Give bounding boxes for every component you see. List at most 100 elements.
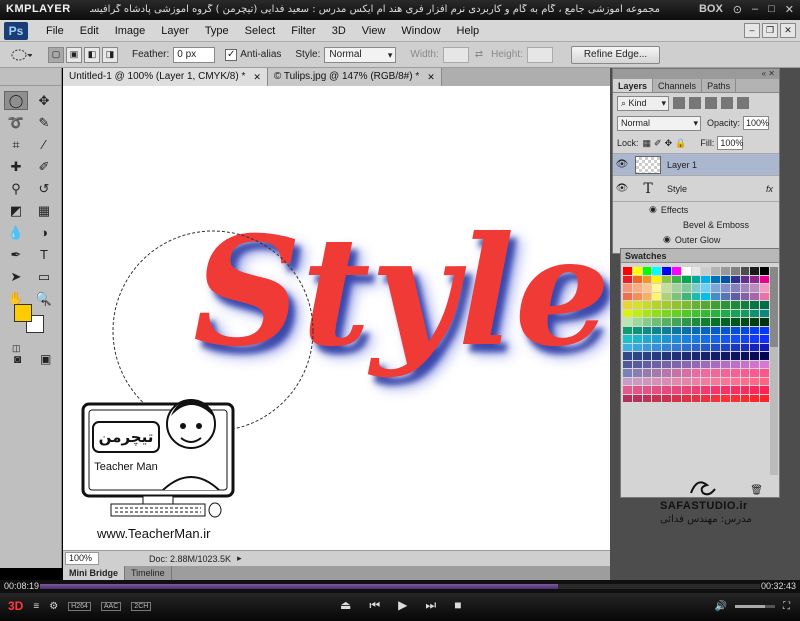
swatch-cell[interactable] [632,386,642,394]
swatch-cell[interactable] [730,284,740,292]
play-icon[interactable]: ▶ [398,598,407,613]
swatch-cell[interactable] [701,318,711,326]
swatch-cell[interactable] [691,343,701,351]
shape-filter-icon[interactable] [721,97,733,109]
swatch-cell[interactable] [740,335,750,343]
swatch-cell[interactable] [652,275,662,283]
tab-mini-bridge[interactable]: Mini Bridge [63,566,125,580]
swatch-cell[interactable] [721,301,730,309]
swatch-cell[interactable] [740,343,750,351]
swatch-cell[interactable] [750,309,760,317]
swatch-cell[interactable] [632,377,642,385]
swatch-cell[interactable] [642,326,652,334]
swatch-cell[interactable] [730,275,740,283]
quick-select-tool-icon[interactable]: ✎ [32,113,56,132]
swatch-cell[interactable] [623,352,632,360]
swatch-cell[interactable] [632,326,642,334]
menu-filter[interactable]: Filter [283,25,323,37]
toolbox-grip[interactable] [0,68,61,86]
antialias-checkbox[interactable]: ✓ [225,48,238,61]
swatch-cell[interactable] [701,343,711,351]
swatch-cell[interactable] [711,369,720,377]
swatch-cell[interactable] [632,335,642,343]
swatch-cell[interactable] [721,377,730,385]
fullscreen-icon[interactable]: ⛶ [783,601,790,612]
swatch-cell[interactable] [642,301,652,309]
style-select[interactable]: Normal [324,46,397,63]
swatch-cell[interactable] [740,267,750,275]
swatch-cell[interactable] [730,352,740,360]
swatch-cell[interactable] [652,309,662,317]
clone-stamp-tool-icon[interactable]: ⚲ [4,179,28,198]
3d-button[interactable]: 3D [8,599,23,613]
swatch-cell[interactable] [623,360,632,368]
swatch-cell[interactable] [662,326,671,334]
swatch-cell[interactable] [672,275,681,283]
swatch-cell[interactable] [652,386,662,394]
swatch-cell[interactable] [701,394,711,402]
menu-select[interactable]: Select [237,25,284,37]
swatch-cell[interactable] [632,267,642,275]
swatch-cell[interactable] [681,309,691,317]
swatch-cell[interactable] [662,343,671,351]
swatch-cell[interactable] [652,352,662,360]
swatch-cell[interactable] [642,343,652,351]
swatch-cell[interactable] [681,343,691,351]
swatch-cell[interactable] [721,292,730,300]
swatch-cell[interactable] [750,377,760,385]
swatch-cell[interactable] [740,301,750,309]
ps-minimize-icon[interactable]: – [744,23,760,38]
swatch-cell[interactable] [681,318,691,326]
swatch-cell[interactable] [711,335,720,343]
swatch-cell[interactable] [701,267,711,275]
feather-input[interactable]: 0 px [173,46,216,63]
swatch-cell[interactable] [642,267,652,275]
brush-tool-icon[interactable]: ✐ [32,157,56,176]
doc-size-info[interactable]: Doc: 2.88M/1023.5K [149,554,231,564]
swatch-cell[interactable] [760,309,769,317]
swatches-scrollbar[interactable] [770,267,778,475]
speaker-icon[interactable]: 🔊 [715,601,727,612]
swatch-cell[interactable] [691,360,701,368]
eye-icon[interactable]: 👁 [613,183,631,194]
swatch-cell[interactable] [750,360,760,368]
swatch-cell[interactable] [691,309,701,317]
swatch-cell[interactable] [740,318,750,326]
swatch-cell[interactable] [642,335,652,343]
swatch-cell[interactable] [721,309,730,317]
swatch-cell[interactable] [711,377,720,385]
swatch-cell[interactable] [652,267,662,275]
swatch-cell[interactable] [691,318,701,326]
zoom-field[interactable]: 100% [65,552,99,565]
pixel-filter-icon[interactable] [673,97,685,109]
swatch-cell[interactable] [652,343,662,351]
kind-filter-select[interactable]: ⌕ Kind [617,95,669,111]
swatch-cell[interactable] [701,301,711,309]
swatch-cell[interactable] [623,275,632,283]
swatch-cell[interactable] [730,309,740,317]
swatch-cell[interactable] [642,318,652,326]
swatch-cell[interactable] [750,352,760,360]
delete-swatch-icon[interactable]: 🗑 [750,485,763,496]
swatch-cell[interactable] [711,394,720,402]
lock-image-icon[interactable]: ✐ [654,138,662,149]
swatch-cell[interactable] [691,292,701,300]
swatch-cell[interactable] [711,267,720,275]
swatch-cell[interactable] [701,369,711,377]
swatch-cell[interactable] [642,377,652,385]
swatch-cell[interactable] [652,369,662,377]
swatch-cell[interactable] [730,343,740,351]
swatch-cell[interactable] [760,335,769,343]
swatch-cell[interactable] [672,326,681,334]
outer-glow-row[interactable]: ◉ Outer Glow [613,232,779,247]
swatch-cell[interactable] [701,284,711,292]
eyedropper-tool-icon[interactable]: ⁄ [32,135,56,154]
swatch-cell[interactable] [681,360,691,368]
swatch-cell[interactable] [760,326,769,334]
lock-transparency-icon[interactable]: ▦ [643,138,652,149]
swatch-cell[interactable] [701,352,711,360]
swatch-cell[interactable] [632,284,642,292]
swatch-cell[interactable] [740,394,750,402]
swatch-cell[interactable] [642,292,652,300]
swatch-cell[interactable] [730,318,740,326]
